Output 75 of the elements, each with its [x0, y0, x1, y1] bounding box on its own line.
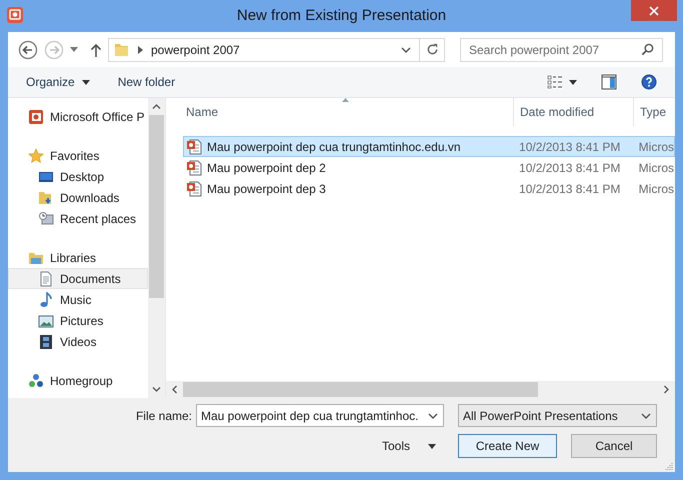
organize-button[interactable]: Organize	[18, 72, 98, 92]
scroll-thumb[interactable]	[149, 115, 164, 298]
document-icon	[38, 270, 54, 286]
caret-icon[interactable]	[569, 80, 577, 84]
new-folder-button[interactable]: New folder	[110, 72, 184, 92]
date-cell-text: 10/2/2013 8:41 PM	[519, 160, 622, 174]
presentation-file-icon	[186, 180, 202, 196]
search-icon	[641, 43, 654, 56]
nav-item[interactable]: Recent places	[8, 208, 148, 229]
nav-item[interactable]: Videos	[8, 331, 148, 352]
column-header[interactable]: Date modified	[513, 98, 633, 126]
download-folder-icon	[38, 190, 54, 206]
network-icon	[28, 372, 44, 388]
nav-item[interactable]: Music	[8, 289, 148, 310]
landscape-icon	[38, 312, 54, 328]
chevron-down-icon	[641, 412, 651, 418]
nav-item[interactable]: Desktop	[8, 166, 148, 187]
search-placeholder: Search powerpoint 2007	[469, 42, 600, 56]
refresh-icon	[426, 43, 438, 56]
nav-item[interactable]: Downloads	[8, 187, 148, 208]
file-name-field[interactable]: Mau powerpoint dep cua trungtamtinhoc.	[196, 404, 444, 427]
scroll-thumb[interactable]	[183, 382, 538, 397]
help-icon[interactable]	[641, 74, 657, 90]
computer-icon	[38, 210, 54, 226]
caret-icon	[428, 444, 436, 448]
resize-grip-icon[interactable]	[665, 462, 673, 470]
window-title: New from Existing Presentation	[236, 7, 448, 24]
type-cell: Micros	[638, 160, 674, 174]
preview-pane-icon[interactable]	[601, 74, 617, 90]
nav-item[interactable]: Pictures	[8, 310, 148, 331]
column-header[interactable]: Name	[183, 98, 513, 126]
horizontal-scrollbar[interactable]	[166, 381, 675, 398]
type-cell: Micros	[638, 140, 674, 154]
close-button[interactable]	[631, 0, 677, 21]
nav-item[interactable]: Homegroup	[8, 370, 148, 391]
chevron-down-icon	[428, 412, 438, 418]
search-field[interactable]: Search powerpoint 2007	[460, 38, 663, 62]
file-row[interactable]: Mau powerpoint dep 2 10/2/2013 8:41 PM Micros	[183, 157, 675, 178]
nav-item[interactable]: Libraries	[8, 247, 148, 268]
file-type-dropdown[interactable]: All PowerPoint Presentations	[458, 404, 657, 427]
path-text: powerpoint 2007	[151, 42, 241, 56]
tools-button[interactable]: Tools	[374, 436, 444, 456]
file-name: Mau powerpoint dep 2	[207, 160, 326, 174]
caret-icon	[82, 80, 90, 84]
dialog-button[interactable]: Cancel	[571, 434, 657, 458]
chevron-down-icon[interactable]	[401, 46, 411, 52]
folder-icon	[114, 42, 130, 58]
type-cell: Micros	[638, 182, 674, 196]
film-icon	[38, 334, 54, 350]
nav-item[interactable]: Documents	[8, 268, 148, 289]
music-note-icon	[38, 292, 54, 308]
file-row[interactable]: Mau powerpoint dep 3 10/2/2013 8:41 PM Micros	[183, 178, 675, 199]
file-name: Mau powerpoint dep cua trungtamtinhoc.edu.vn	[207, 140, 460, 154]
dialog-button[interactable]: Create New	[458, 434, 557, 458]
file-row[interactable]: Mau powerpoint dep cua trungtamtinhoc.edu.vn 10/2/2013 8:41 PM Micros	[183, 136, 675, 157]
up-arrow-icon[interactable]	[90, 42, 102, 56]
presentation-file-icon	[186, 160, 202, 176]
file-name: Mau powerpoint dep 3	[207, 182, 326, 196]
list-view-icon[interactable]	[547, 75, 563, 89]
column-header[interactable]: Type	[633, 98, 675, 126]
presentation-icon	[28, 108, 44, 124]
date-cell-text: 10/2/2013 8:41 PM	[519, 182, 622, 196]
chevron-icon	[138, 46, 143, 54]
address-field[interactable]: powerpoint 2007	[108, 38, 445, 62]
back-icon[interactable]	[18, 40, 38, 60]
star-icon	[28, 148, 44, 164]
close-icon	[649, 6, 659, 16]
nav-item[interactable]: Favorites	[8, 145, 148, 166]
vertical-scrollbar[interactable]	[148, 98, 165, 398]
presentation-file-icon	[186, 138, 202, 154]
nav-item[interactable]: Microsoft Office P	[8, 106, 148, 127]
date-cell-text: 10/2/2013 8:41 PM	[519, 140, 622, 154]
app-icon	[6, 6, 24, 24]
file-name-label: File name:	[136, 408, 192, 422]
sort-arrow-icon	[342, 98, 349, 102]
